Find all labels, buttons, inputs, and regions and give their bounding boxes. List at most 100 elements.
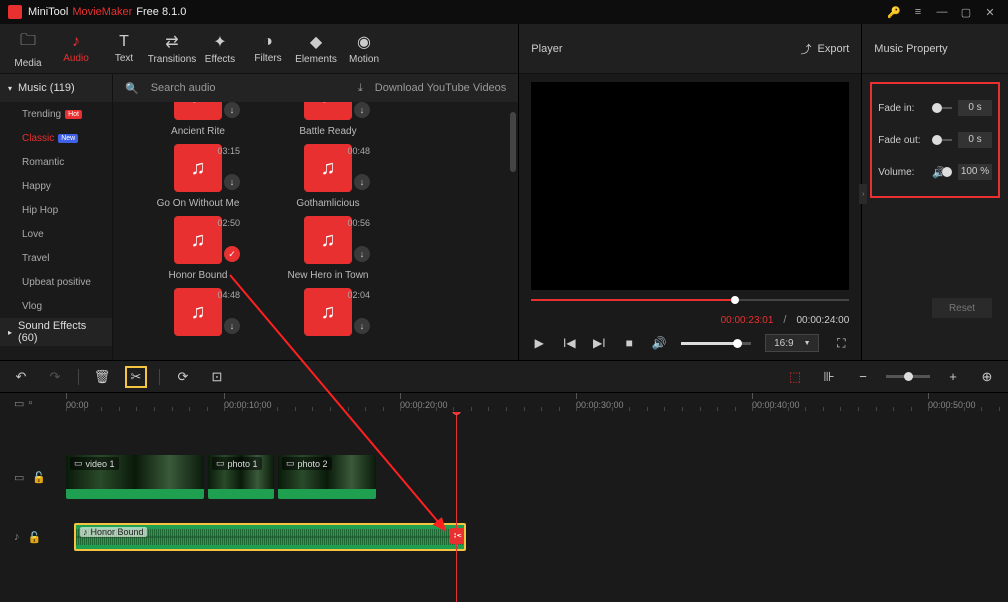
cat-travel[interactable]: Travel xyxy=(0,246,112,270)
cat-vlog[interactable]: Vlog xyxy=(0,294,112,318)
tab-motion[interactable]: ◉Motion xyxy=(340,25,388,73)
play-icon[interactable]: ▶ xyxy=(531,335,547,351)
volume-value[interactable]: 100 % xyxy=(958,164,992,180)
category-music-header[interactable]: ▾Music (119) xyxy=(0,74,112,102)
reset-button[interactable]: Reset xyxy=(932,298,992,318)
speed-icon[interactable]: ⟳ xyxy=(172,366,194,388)
music-scrollbar[interactable] xyxy=(510,102,516,360)
audio-clip[interactable]: ♪ Honor Bound ✂ xyxy=(74,523,466,551)
time-current: 00:00:23:01 xyxy=(721,315,774,326)
music-item[interactable]: ♫04:48↓ xyxy=(138,288,258,360)
tab-media[interactable]: 🗀Media xyxy=(4,25,52,73)
marker-a-icon[interactable]: ⬚ xyxy=(784,366,806,388)
player-volume-slider[interactable] xyxy=(681,342,751,345)
fadeout-label: Fade out: xyxy=(878,135,926,146)
tab-filters[interactable]: ◑Filters xyxy=(244,25,292,73)
undo-icon[interactable]: ↶ xyxy=(10,366,32,388)
music-item[interactable]: ♫00:48↓Gothamlicious xyxy=(268,144,388,216)
track-head-icon[interactable]: ▭ xyxy=(14,397,24,410)
download-track-icon[interactable]: ↓ xyxy=(354,174,370,190)
fadeout-slider[interactable] xyxy=(932,139,952,141)
music-item[interactable]: ♫↓Ancient Rite xyxy=(138,102,258,144)
key-icon[interactable]: 🔑 xyxy=(884,2,904,22)
app-title-a: MiniTool xyxy=(28,6,68,18)
export-button[interactable]: ⤴Export xyxy=(801,41,850,57)
properties-title: Music Property xyxy=(862,24,1008,74)
tab-text[interactable]: TText xyxy=(100,25,148,73)
download-track-icon[interactable]: ↓ xyxy=(354,102,370,118)
download-track-icon[interactable]: ↓ xyxy=(224,318,240,334)
video-clip[interactable]: ▭ video 1 xyxy=(66,455,204,499)
search-label[interactable]: Search audio xyxy=(151,82,216,94)
cat-love[interactable]: Love xyxy=(0,222,112,246)
zoom-out-icon[interactable]: − xyxy=(852,366,874,388)
tab-audio[interactable]: ♪Audio xyxy=(52,25,100,73)
cat-trending[interactable]: TrendingHot xyxy=(0,102,112,126)
audio-track-icon[interactable]: ♪ xyxy=(14,531,20,543)
stop-icon[interactable]: ■ xyxy=(621,335,637,351)
fadeout-value[interactable]: 0 s xyxy=(958,132,992,148)
download-track-icon[interactable]: ↓ xyxy=(224,102,240,118)
zoom-in-icon[interactable]: + xyxy=(942,366,964,388)
tab-transitions[interactable]: ⇄Transitions xyxy=(148,25,196,73)
track-head-icon-b[interactable]: ▫ xyxy=(28,397,32,409)
music-item[interactable]: ♫02:50✓Honor Bound xyxy=(138,216,258,288)
lock-icon[interactable]: 🔓 xyxy=(28,531,42,544)
download-track-icon[interactable]: ↓ xyxy=(354,318,370,334)
time-total: 00:00:24:00 xyxy=(796,315,849,326)
volume-icon[interactable]: 🔊 xyxy=(651,335,667,351)
delete-icon[interactable]: 🗑 xyxy=(91,366,113,388)
music-item[interactable]: ♫03:15↓Go On Without Me xyxy=(138,144,258,216)
player-title: Player xyxy=(531,43,562,55)
photo-clip[interactable]: ▭ photo 1 xyxy=(208,455,274,499)
split-marker-icon[interactable]: ✂ xyxy=(450,528,466,544)
fullscreen-icon[interactable]: ⛶ xyxy=(833,335,849,351)
tab-elements[interactable]: ◆Elements xyxy=(292,25,340,73)
menu-icon[interactable]: ≡ xyxy=(908,2,928,22)
download-icon[interactable]: ⤓ xyxy=(358,82,363,95)
collapse-panel-icon[interactable]: › xyxy=(859,184,867,204)
timeline[interactable]: ▭ 🔓 ▭ video 1 ▭ photo 1 ▭ photo 2 ♪ 🔓 ♪ Ho… xyxy=(0,412,1008,602)
playhead[interactable] xyxy=(456,412,457,602)
fadein-value[interactable]: 0 s xyxy=(958,100,992,116)
split-icon[interactable]: ✂ xyxy=(125,366,147,388)
cat-happy[interactable]: Happy xyxy=(0,174,112,198)
timeline-ruler[interactable]: ▭ ▫ 00:0000:00:10:0000:00:20:0000:00:30:… xyxy=(0,392,1008,412)
close-icon[interactable]: ✕ xyxy=(980,2,1000,22)
cat-upbeat[interactable]: Upbeat positive xyxy=(0,270,112,294)
music-properties-box: Fade in: 0 s Fade out: 0 s Volume: 🔊 100… xyxy=(870,82,1000,198)
video-track-icon[interactable]: ▭ xyxy=(14,471,24,484)
search-icon[interactable]: 🔍 xyxy=(125,82,139,95)
lock-icon[interactable]: 🔓 xyxy=(32,471,46,484)
next-frame-icon[interactable]: ▶I xyxy=(591,335,607,351)
preview-canvas[interactable] xyxy=(531,82,849,290)
zoom-fit-icon[interactable]: ⊕ xyxy=(976,366,998,388)
redo-icon[interactable]: ↷ xyxy=(44,366,66,388)
download-track-icon[interactable]: ↓ xyxy=(224,174,240,190)
category-sfx-header[interactable]: ▸Sound Effects (60) xyxy=(0,318,112,346)
marker-b-icon[interactable]: ⊪ xyxy=(818,366,840,388)
download-label[interactable]: Download YouTube Videos xyxy=(375,82,507,94)
export-icon: ⤴ xyxy=(801,41,812,57)
seek-bar[interactable] xyxy=(531,294,849,306)
music-item[interactable]: ♫02:04↓ xyxy=(268,288,388,360)
minimize-icon[interactable]: — xyxy=(932,2,952,22)
app-version: Free 8.1.0 xyxy=(136,6,186,18)
tab-effects[interactable]: ✦Effects xyxy=(196,25,244,73)
cat-romantic[interactable]: Romantic xyxy=(0,150,112,174)
app-title-b: MovieMaker xyxy=(72,6,132,18)
music-item[interactable]: ♫00:56↓New Hero in Town xyxy=(268,216,388,288)
cat-classic[interactable]: ClassicNew xyxy=(0,126,112,150)
fadein-label: Fade in: xyxy=(878,103,926,114)
crop-icon[interactable]: ⊡ xyxy=(206,366,228,388)
cat-hiphop[interactable]: Hip Hop xyxy=(0,198,112,222)
aspect-select[interactable]: 16:9▼ xyxy=(765,334,819,352)
download-track-icon[interactable]: ↓ xyxy=(354,246,370,262)
maximize-icon[interactable]: ▢ xyxy=(956,2,976,22)
music-item[interactable]: ♫↓Battle Ready xyxy=(268,102,388,144)
zoom-slider[interactable] xyxy=(886,375,930,378)
prev-frame-icon[interactable]: I◀ xyxy=(561,335,577,351)
photo-clip[interactable]: ▭ photo 2 xyxy=(278,455,376,499)
track-added-icon[interactable]: ✓ xyxy=(224,246,240,262)
fadein-slider[interactable] xyxy=(932,107,952,109)
